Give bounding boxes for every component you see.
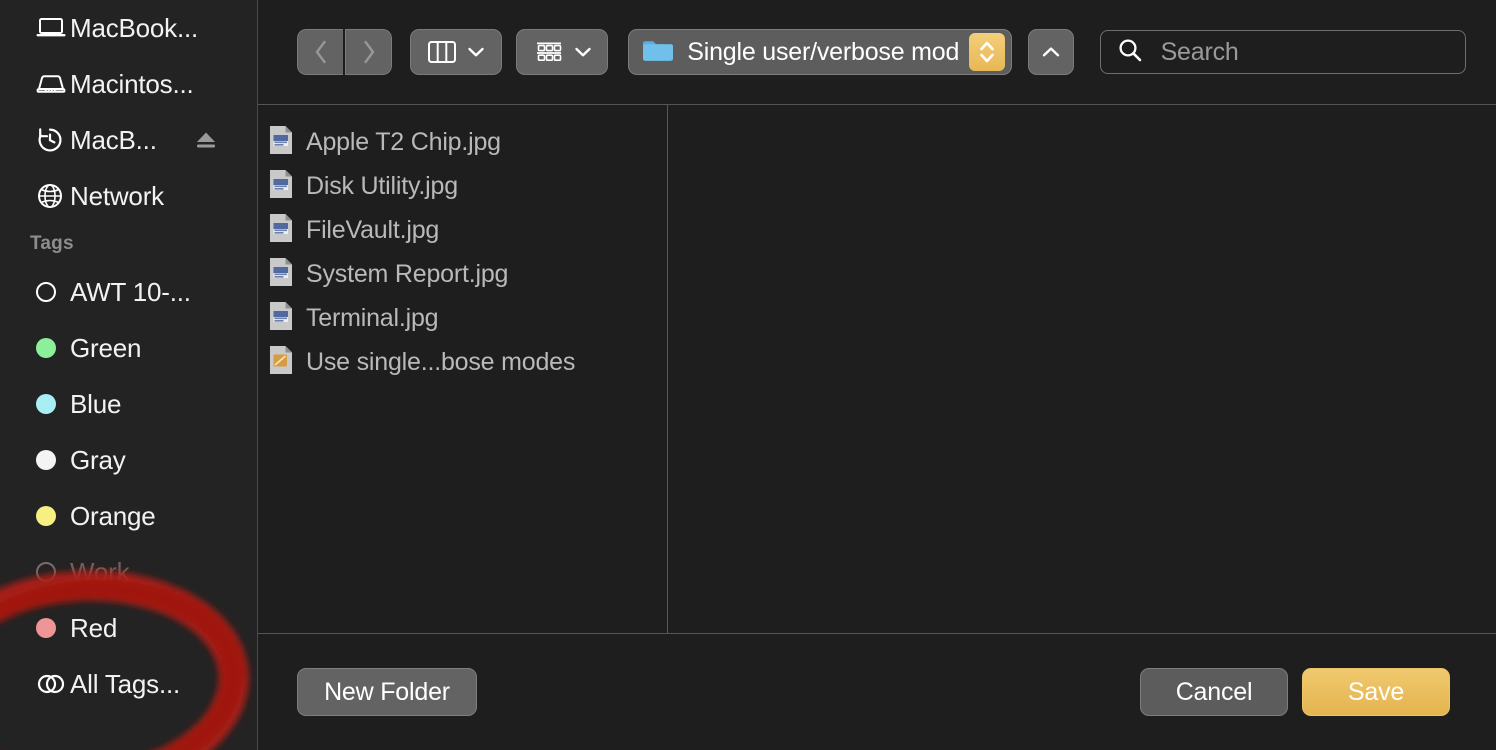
column-view-icon bbox=[428, 41, 457, 63]
chevron-down-icon bbox=[574, 47, 591, 57]
arrange-icon bbox=[536, 42, 561, 62]
chevron-right-icon bbox=[363, 40, 374, 64]
chevron-left-icon bbox=[315, 40, 326, 64]
view-mode-button[interactable] bbox=[409, 29, 502, 75]
dialog-content: Single user/verbose mod... Search Apple … bbox=[258, 0, 1496, 750]
file-name: Disk Utility.jpg bbox=[306, 171, 458, 200]
sidebar-item-label: MacB... bbox=[70, 124, 157, 155]
file-list-item[interactable]: Disk Utility.jpg bbox=[258, 164, 667, 208]
sidebar-item-macbook[interactable]: MacBook... bbox=[0, 0, 257, 56]
file-name: Apple T2 Chip.jpg bbox=[306, 127, 501, 156]
file-list-item[interactable]: Apple T2 Chip.jpg bbox=[258, 120, 667, 164]
file-list-item[interactable]: FileVault.jpg bbox=[258, 208, 667, 252]
image-document-icon bbox=[268, 256, 294, 293]
sidebar-item-label: Macintos... bbox=[70, 68, 194, 99]
file-name: Terminal.jpg bbox=[306, 303, 439, 332]
tag-dot-icon bbox=[36, 506, 70, 526]
file-browser: Apple T2 Chip.jpg Disk Utility.jpg FileV… bbox=[258, 105, 1496, 634]
sidebar-tag-green[interactable]: Green bbox=[0, 320, 257, 376]
sidebar-tag-label: Gray bbox=[70, 444, 126, 475]
sidebar-item-label: MacBook... bbox=[70, 12, 199, 43]
sidebar-item-network[interactable]: Network bbox=[0, 168, 257, 224]
file-name: FileVault.jpg bbox=[306, 215, 440, 244]
tag-dot-icon bbox=[36, 618, 70, 638]
tag-dot-icon bbox=[36, 338, 70, 358]
new-folder-button[interactable]: New Folder bbox=[297, 668, 477, 716]
sidebar-tag-work[interactable]: Work bbox=[0, 544, 257, 600]
sidebar-tag-orange[interactable]: Orange bbox=[0, 488, 257, 544]
sidebar-item-time-machine[interactable]: MacB... bbox=[0, 112, 257, 168]
file-list-item[interactable]: Use single...bose modes bbox=[258, 340, 667, 384]
search-field[interactable] bbox=[1099, 30, 1467, 74]
save-location-label: Single user/verbose mod... bbox=[687, 37, 960, 66]
sidebar-tag-blue[interactable]: Blue bbox=[0, 376, 257, 432]
dialog-footer: New Folder Cancel Save bbox=[258, 634, 1496, 750]
sidebar-tag-label: Blue bbox=[70, 388, 122, 419]
text-document-icon bbox=[268, 344, 294, 381]
globe-icon bbox=[36, 182, 70, 210]
file-list-item[interactable]: Terminal.jpg bbox=[258, 296, 667, 340]
tag-dot-icon bbox=[36, 562, 70, 582]
back-button[interactable] bbox=[297, 29, 344, 75]
sidebar-item-all-tags[interactable]: All Tags... bbox=[0, 656, 257, 712]
laptop-icon bbox=[36, 17, 70, 39]
navigation-segmented-control[interactable] bbox=[297, 29, 392, 75]
enclosing-folder-button[interactable] bbox=[1028, 29, 1074, 75]
sidebar-tag-label: Green bbox=[70, 332, 142, 363]
cancel-button[interactable]: Cancel bbox=[1140, 668, 1288, 716]
file-name: Use single...bose modes bbox=[306, 347, 576, 376]
sidebar-tag-label: Red bbox=[70, 612, 118, 643]
chevron-down-icon bbox=[468, 47, 485, 57]
sidebar-section-tags: Tags bbox=[30, 233, 74, 254]
tag-dot-icon bbox=[36, 282, 70, 302]
forward-button[interactable] bbox=[345, 29, 392, 75]
folder-icon bbox=[641, 36, 675, 69]
tag-dot-icon bbox=[36, 394, 70, 414]
sidebar-tag-red[interactable]: Red bbox=[0, 600, 257, 656]
arrange-by-button[interactable] bbox=[515, 29, 609, 75]
save-dialog-window: MacBook... Macintos... MacB... Network T… bbox=[0, 0, 1496, 750]
file-list-item[interactable]: System Report.jpg bbox=[258, 252, 667, 296]
image-document-icon bbox=[268, 212, 294, 249]
sidebar-item-label: Network bbox=[70, 180, 164, 211]
save-location-popup-button[interactable]: Single user/verbose mod... bbox=[628, 29, 1013, 75]
image-document-icon bbox=[268, 124, 294, 161]
sidebar-tag-label: Work bbox=[70, 556, 130, 587]
image-document-icon bbox=[268, 300, 294, 337]
sidebar-item-label: All Tags... bbox=[70, 668, 181, 699]
preview-column bbox=[668, 105, 1496, 633]
toolbar: Single user/verbose mod... bbox=[258, 0, 1496, 105]
sidebar: MacBook... Macintos... MacB... Network T… bbox=[0, 0, 258, 750]
harddisk-icon bbox=[36, 73, 70, 95]
eject-icon[interactable] bbox=[193, 129, 219, 151]
image-document-icon bbox=[268, 168, 294, 205]
file-name: System Report.jpg bbox=[306, 259, 509, 288]
time-machine-icon bbox=[36, 126, 70, 154]
file-list-column[interactable]: Apple T2 Chip.jpg Disk Utility.jpg FileV… bbox=[258, 105, 668, 633]
chevron-up-icon bbox=[1042, 47, 1059, 57]
search-input[interactable] bbox=[1158, 36, 1466, 68]
sidebar-tag-label: Orange bbox=[70, 500, 156, 531]
sidebar-tag-label: AWT 10-... bbox=[70, 276, 191, 307]
save-button[interactable]: Save bbox=[1302, 668, 1450, 716]
all-tags-icon bbox=[36, 672, 70, 696]
stepper-icon[interactable] bbox=[969, 33, 1006, 71]
tag-dot-icon bbox=[36, 450, 70, 470]
sidebar-item-macintosh-hd[interactable]: Macintos... bbox=[0, 56, 257, 112]
sidebar-tag-awt[interactable]: AWT 10-... bbox=[0, 264, 257, 320]
sidebar-tag-gray[interactable]: Gray bbox=[0, 432, 257, 488]
search-icon bbox=[1117, 37, 1143, 68]
